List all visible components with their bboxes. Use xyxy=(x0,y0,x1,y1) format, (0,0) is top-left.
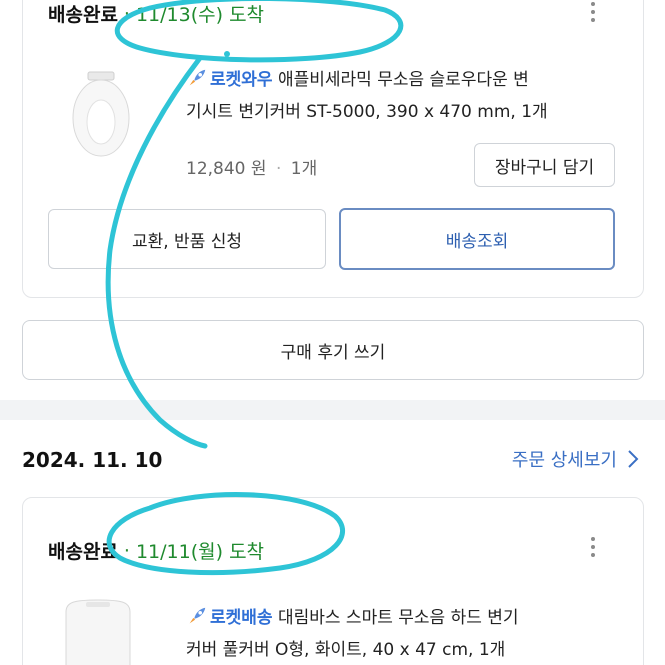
status-label: 배송완료 xyxy=(48,4,118,26)
chevron-right-icon xyxy=(628,450,639,468)
product-name-2[interactable]: 로켓배송 대림바스 스마트 무소음 하드 변기 커버 풀커버 O형, 화이트, … xyxy=(186,602,626,665)
rocket-delivery-badge: 로켓배송 xyxy=(210,608,273,628)
rocket-wow-badge: 로켓와우 xyxy=(210,70,273,90)
arrival-date: 11/13(수) 도착 xyxy=(135,4,265,26)
product-line2: 기시트 변기커버 ST-5000, 390 x 470 mm, 1개 xyxy=(186,102,548,122)
order-detail-label: 주문 상세보기 xyxy=(511,450,617,471)
status-label: 배송완료 xyxy=(48,541,118,563)
separator-dot: · xyxy=(123,539,130,562)
order-date: 2024. 11. 10 xyxy=(22,448,163,472)
quantity: 1개 xyxy=(290,159,318,179)
order-detail-link[interactable]: 주문 상세보기 xyxy=(512,446,639,472)
rocket-icon xyxy=(189,607,206,624)
rocket-icon xyxy=(189,69,206,86)
product-line1: 대림바스 스마트 무소음 하드 변기 xyxy=(277,608,519,628)
kebab-menu-icon[interactable] xyxy=(590,2,596,22)
price: 12,840 원 xyxy=(186,159,267,179)
section-divider xyxy=(0,400,665,420)
delivery-tracking-button[interactable]: 배송조회 xyxy=(339,208,615,270)
write-review-button[interactable]: 구매 후기 쓰기 xyxy=(22,320,644,380)
delivery-status-2: 배송완료 · 11/11(월) 도착 xyxy=(48,537,264,564)
kebab-menu-icon[interactable] xyxy=(590,537,596,557)
product-line1: 애플비세라믹 무소음 슬로우다운 변 xyxy=(277,70,529,90)
product-thumbnail-2[interactable] xyxy=(60,598,136,665)
separator-dot: · xyxy=(123,2,130,25)
exchange-return-button[interactable]: 교환, 반품 신청 xyxy=(48,209,326,269)
product-thumbnail-1[interactable] xyxy=(68,70,132,160)
delivery-status-1: 배송완료 · 11/13(수) 도착 xyxy=(48,0,264,27)
product-line2: 커버 풀커버 O형, 화이트, 40 x 47 cm, 1개 xyxy=(186,640,506,660)
price-row-1: 12,840 원 · 1개 xyxy=(186,159,318,179)
arrival-date: 11/11(월) 도착 xyxy=(135,541,265,563)
add-to-cart-button[interactable]: 장바구니 담기 xyxy=(474,143,615,187)
product-name-1[interactable]: 로켓와우 애플비세라믹 무소음 슬로우다운 변 기시트 변기커버 ST-5000… xyxy=(186,64,626,128)
